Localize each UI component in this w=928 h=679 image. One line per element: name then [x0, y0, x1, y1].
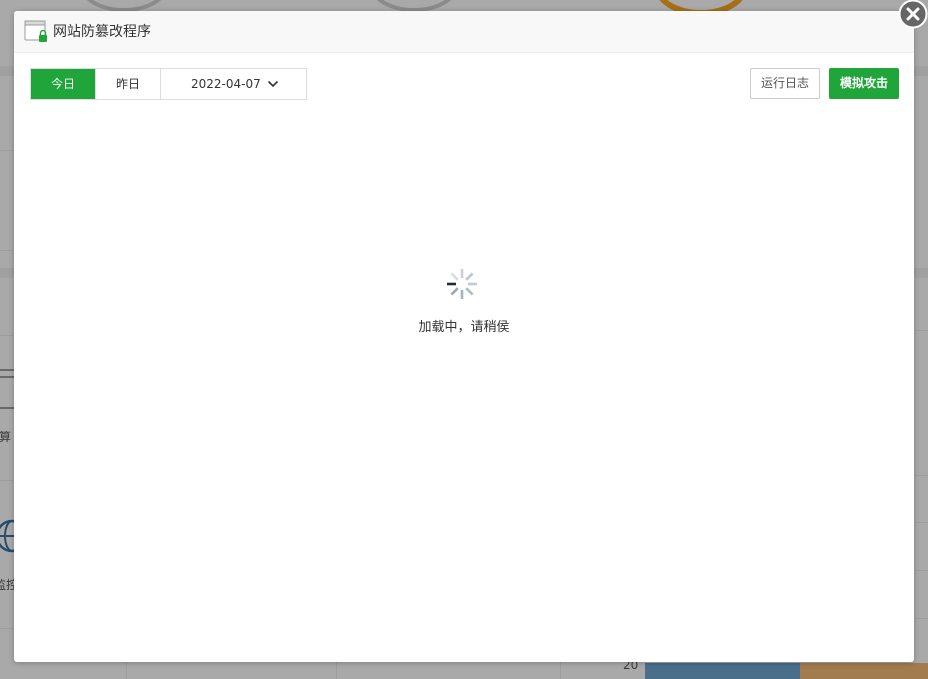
dialog-toolbar: 今日 昨日 2022-04-07 运行日志 模拟攻击 — [30, 68, 899, 100]
app-window-lock-icon — [24, 20, 47, 42]
chevron-down-icon — [267, 80, 279, 88]
loading-message: 加载中，请稍侯 — [418, 320, 510, 335]
run-log-button[interactable]: 运行日志 — [750, 68, 820, 99]
simulate-attack-button[interactable]: 模拟攻击 — [829, 68, 899, 99]
tab-yesterday[interactable]: 昨日 — [96, 69, 161, 99]
date-picker[interactable]: 2022-04-07 — [161, 69, 306, 99]
date-tabs: 今日 昨日 2022-04-07 — [30, 68, 307, 100]
close-dialog-button[interactable] — [898, 0, 928, 29]
date-picker-value: 2022-04-07 — [191, 77, 261, 91]
loading-spinner-icon — [447, 269, 477, 299]
tamper-protection-dialog: 网站防篡改程序 今日 昨日 2022-04-07 运行日志 模拟攻击 加载中，请… — [14, 11, 914, 662]
dialog-header: 网站防篡改程序 — [14, 11, 914, 53]
dialog-title: 网站防篡改程序 — [53, 24, 151, 40]
tab-today[interactable]: 今日 — [31, 69, 96, 99]
